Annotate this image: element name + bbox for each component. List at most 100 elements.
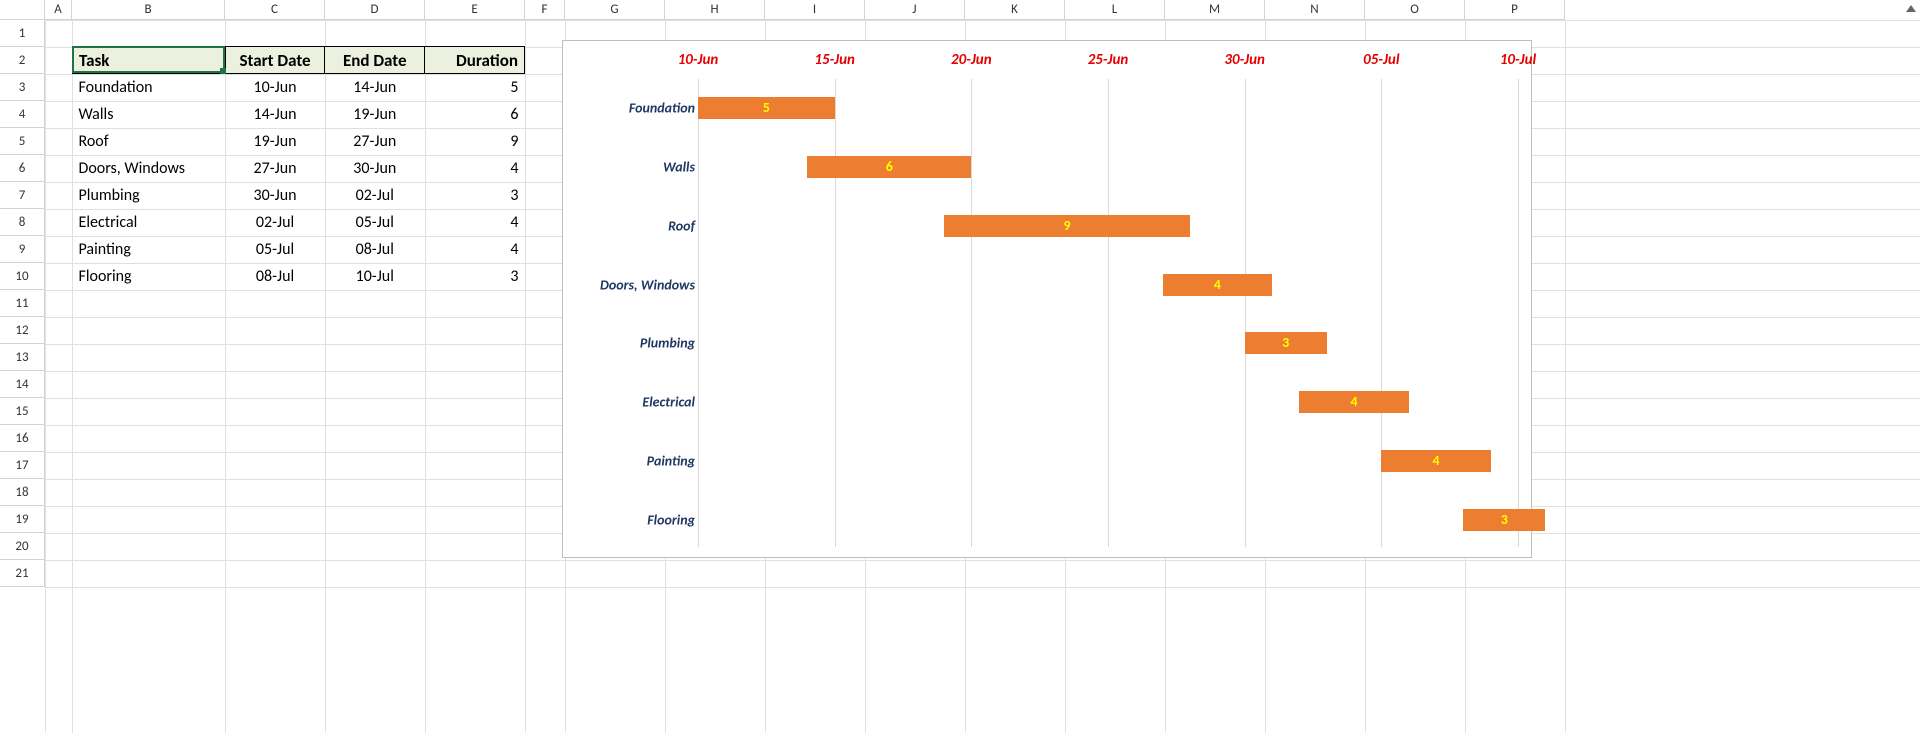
cell-start[interactable]: 05-Jul [225, 236, 325, 263]
column-header-C[interactable]: C [225, 0, 325, 20]
chart-bar[interactable]: 4 [1299, 391, 1408, 413]
cell-start[interactable]: 19-Jun [225, 128, 325, 155]
column-header-K[interactable]: K [965, 0, 1065, 20]
chart-bar[interactable]: 5 [698, 97, 835, 119]
cell-end[interactable]: 02-Jul [325, 182, 425, 209]
cell-task[interactable]: Painting [73, 236, 226, 263]
column-header-H[interactable]: H [665, 0, 765, 20]
table-row[interactable]: Electrical02-Jul05-Jul4 [73, 209, 525, 236]
chart-task-row: Doors, Windows4 [563, 255, 1531, 314]
table-row[interactable]: Painting05-Jul08-Jul4 [73, 236, 525, 263]
chart-task-label: Electrical [571, 394, 695, 411]
gantt-chart[interactable]: 10-Jun15-Jun20-Jun25-Jun30-Jun05-Jul10-J… [562, 40, 1532, 558]
chart-bar[interactable]: 4 [1163, 274, 1272, 296]
cell-end[interactable]: 27-Jun [325, 128, 425, 155]
row-header-9[interactable]: 9 [0, 236, 45, 263]
column-header-O[interactable]: O [1365, 0, 1465, 20]
cell-task[interactable]: Foundation [73, 74, 226, 101]
cell-duration[interactable]: 5 [425, 74, 525, 101]
chart-task-row: Walls6 [563, 138, 1531, 197]
row-header-13[interactable]: 13 [0, 344, 45, 371]
chart-bar[interactable]: 4 [1381, 450, 1490, 472]
chart-bar[interactable]: 3 [1245, 332, 1327, 354]
cell-duration[interactable]: 4 [425, 236, 525, 263]
column-header-F[interactable]: F [525, 0, 565, 20]
cell-end[interactable]: 14-Jun [325, 74, 425, 101]
cell-task[interactable]: Doors, Windows [73, 155, 226, 182]
row-header-17[interactable]: 17 [0, 452, 45, 479]
cell-start[interactable]: 08-Jul [225, 263, 325, 290]
column-header-A[interactable]: A [45, 0, 72, 20]
column-header-N[interactable]: N [1265, 0, 1365, 20]
cell-end[interactable]: 30-Jun [325, 155, 425, 182]
cell-end[interactable]: 08-Jul [325, 236, 425, 263]
row-header-18[interactable]: 18 [0, 479, 45, 506]
cell-end[interactable]: 10-Jul [325, 263, 425, 290]
header-start[interactable]: Start Date [225, 47, 325, 74]
cell-task[interactable]: Flooring [73, 263, 226, 290]
cell-start[interactable]: 02-Jul [225, 209, 325, 236]
row-header-21[interactable]: 21 [0, 560, 45, 587]
row-header-1[interactable]: 1 [0, 20, 45, 47]
row-header-12[interactable]: 12 [0, 317, 45, 344]
table-row[interactable]: Foundation10-Jun14-Jun5 [73, 74, 525, 101]
row-header-19[interactable]: 19 [0, 506, 45, 533]
cell-task[interactable]: Roof [73, 128, 226, 155]
row-header-11[interactable]: 11 [0, 290, 45, 317]
row-header-7[interactable]: 7 [0, 182, 45, 209]
column-header-I[interactable]: I [765, 0, 865, 20]
table-row[interactable]: Plumbing30-Jun02-Jul3 [73, 182, 525, 209]
row-header-2[interactable]: 2 [0, 47, 45, 74]
table-row[interactable]: Roof19-Jun27-Jun9 [73, 128, 525, 155]
cell-end[interactable]: 19-Jun [325, 101, 425, 128]
column-header-L[interactable]: L [1065, 0, 1165, 20]
cell-end[interactable]: 05-Jul [325, 209, 425, 236]
cell-start[interactable]: 10-Jun [225, 74, 325, 101]
cell-duration[interactable]: 3 [425, 182, 525, 209]
row-header-8[interactable]: 8 [0, 209, 45, 236]
table-row[interactable]: Flooring08-Jul10-Jul3 [73, 263, 525, 290]
column-header-J[interactable]: J [865, 0, 965, 20]
row-header-14[interactable]: 14 [0, 371, 45, 398]
column-header-P[interactable]: P [1465, 0, 1565, 20]
row-header-10[interactable]: 10 [0, 263, 45, 290]
cell-task[interactable]: Plumbing [73, 182, 226, 209]
row-header-4[interactable]: 4 [0, 101, 45, 128]
chart-bar[interactable]: 9 [944, 215, 1190, 237]
column-header-E[interactable]: E [425, 0, 525, 20]
row-header-16[interactable]: 16 [0, 425, 45, 452]
chart-bar[interactable]: 6 [807, 156, 971, 178]
row-header-20[interactable]: 20 [0, 533, 45, 560]
column-header-M[interactable]: M [1165, 0, 1265, 20]
cell-duration[interactable]: 3 [425, 263, 525, 290]
row-header-6[interactable]: 6 [0, 155, 45, 182]
row-header-5[interactable]: 5 [0, 128, 45, 155]
cell-duration[interactable]: 4 [425, 209, 525, 236]
row-headers: 123456789101112131415161718192021 [0, 20, 45, 587]
cell-start[interactable]: 30-Jun [225, 182, 325, 209]
select-all-corner[interactable] [0, 0, 45, 20]
column-header-D[interactable]: D [325, 0, 425, 20]
row-header-3[interactable]: 3 [0, 74, 45, 101]
chart-bar[interactable]: 3 [1463, 509, 1545, 531]
column-header-B[interactable]: B [72, 0, 225, 20]
cell-task[interactable]: Electrical [73, 209, 226, 236]
cell-duration[interactable]: 9 [425, 128, 525, 155]
scroll-up-icon[interactable] [1904, 2, 1918, 16]
header-task[interactable]: Task [73, 47, 226, 74]
cell-start[interactable]: 27-Jun [225, 155, 325, 182]
cell-duration[interactable]: 4 [425, 155, 525, 182]
x-tick-label: 15-Jun [814, 51, 855, 69]
cell-task[interactable]: Walls [73, 101, 226, 128]
header-duration[interactable]: Duration [425, 47, 525, 74]
task-table: Task Start Date End Date Duration Founda… [72, 46, 525, 290]
cell-duration[interactable]: 6 [425, 101, 525, 128]
table-row[interactable]: Walls14-Jun19-Jun6 [73, 101, 525, 128]
x-tick-label: 20-Jun [951, 51, 992, 69]
cell-start[interactable]: 14-Jun [225, 101, 325, 128]
column-header-G[interactable]: G [565, 0, 665, 20]
header-end[interactable]: End Date [325, 47, 425, 74]
column-headers: ABCDEFGHIJKLMNOP [45, 0, 1565, 20]
row-header-15[interactable]: 15 [0, 398, 45, 425]
table-row[interactable]: Doors, Windows27-Jun30-Jun4 [73, 155, 525, 182]
